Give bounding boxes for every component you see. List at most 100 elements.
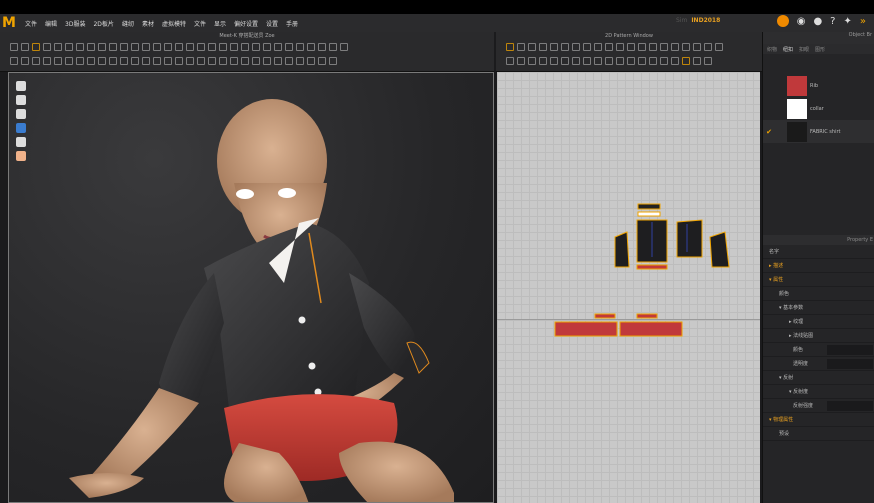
tool-icon[interactable] [120, 43, 128, 51]
tool-icon[interactable] [704, 43, 712, 51]
tool-icon[interactable] [76, 57, 84, 65]
tool-icon[interactable] [32, 57, 40, 65]
tool-icon[interactable] [539, 57, 547, 65]
tool-icon[interactable] [10, 43, 18, 51]
tool-icon[interactable] [98, 57, 106, 65]
tool-icon[interactable] [329, 57, 337, 65]
menu-item[interactable]: 虚拟模特 [162, 19, 186, 28]
menu-item[interactable]: 文件 [194, 19, 206, 28]
pattern-window-2d[interactable] [497, 72, 760, 503]
object-browser-tab[interactable]: 织物 [767, 46, 777, 53]
tool-icon[interactable] [54, 57, 62, 65]
tool-icon[interactable] [142, 43, 150, 51]
help-icon[interactable]: ? [830, 16, 835, 27]
tool-icon[interactable] [54, 43, 62, 51]
property-row[interactable]: ▸ 描述 [763, 259, 874, 273]
tool-icon[interactable] [76, 43, 84, 51]
tool-icon[interactable] [164, 57, 172, 65]
menu-item[interactable]: 2D板片 [93, 19, 113, 28]
tool-icon[interactable] [10, 57, 18, 65]
tool-icon[interactable] [506, 43, 514, 51]
tool-icon[interactable] [682, 57, 690, 65]
property-row[interactable]: 预设 [763, 427, 874, 441]
tool-icon[interactable] [506, 57, 514, 65]
property-row[interactable]: ▾ 属性 [763, 273, 874, 287]
tool-icon[interactable] [307, 57, 315, 65]
tool-icon[interactable] [186, 57, 194, 65]
tool-icon[interactable] [65, 57, 73, 65]
tool-icon[interactable] [109, 43, 117, 51]
tool-icon[interactable] [43, 57, 51, 65]
tool-icon[interactable] [175, 57, 183, 65]
property-value-field[interactable] [827, 345, 873, 355]
tool-icon[interactable] [329, 43, 337, 51]
tool-icon[interactable] [616, 57, 624, 65]
clo-logo-icon[interactable] [776, 15, 789, 27]
menu-item[interactable]: 显示 [214, 19, 226, 28]
tool-icon[interactable] [241, 57, 249, 65]
tool-icon[interactable] [605, 43, 613, 51]
tool-icon[interactable] [594, 57, 602, 65]
tool-icon[interactable] [208, 43, 216, 51]
property-row[interactable]: 反射强度 [763, 399, 874, 413]
tool-icon[interactable] [175, 43, 183, 51]
tool-icon[interactable] [318, 57, 326, 65]
tool-icon[interactable] [627, 57, 635, 65]
camera-icon[interactable]: ◉ [797, 16, 806, 27]
property-row[interactable]: 颜色 [763, 343, 874, 357]
tool-icon[interactable] [274, 43, 282, 51]
tool-icon[interactable] [517, 43, 525, 51]
tool-icon[interactable] [561, 43, 569, 51]
tool-icon[interactable] [550, 57, 558, 65]
tool-icon[interactable] [572, 57, 580, 65]
tool-icon[interactable] [605, 57, 613, 65]
tool-icon[interactable] [153, 43, 161, 51]
tool-icon[interactable] [671, 43, 679, 51]
tool-icon[interactable] [186, 43, 194, 51]
tool-icon[interactable] [594, 43, 602, 51]
user-icon[interactable]: ● [813, 16, 822, 27]
tool-icon[interactable] [230, 57, 238, 65]
tool-icon[interactable] [517, 57, 525, 65]
property-row[interactable]: ▾ 基本参数 [763, 301, 874, 315]
tool-icon[interactable] [219, 57, 227, 65]
tool-icon[interactable] [572, 43, 580, 51]
fabric-item[interactable]: ✔ FABRIC shirt [763, 120, 874, 143]
tool-icon[interactable] [87, 43, 95, 51]
tool-icon[interactable] [296, 43, 304, 51]
tool-icon[interactable] [550, 43, 558, 51]
tool-icon[interactable] [318, 43, 326, 51]
tool-icon[interactable] [528, 57, 536, 65]
property-value-field[interactable] [827, 401, 873, 411]
property-row[interactable]: 名字 [763, 245, 874, 259]
property-row[interactable]: ▸ 法线贴图 [763, 329, 874, 343]
tool-icon[interactable] [616, 43, 624, 51]
tool-icon[interactable] [131, 43, 139, 51]
tool-icon[interactable] [660, 43, 668, 51]
object-browser-tab[interactable]: 图形 [815, 46, 825, 53]
tool-icon[interactable] [561, 57, 569, 65]
tool-icon[interactable] [285, 43, 293, 51]
fabric-item[interactable]: collar [763, 97, 874, 120]
tool-icon[interactable] [638, 57, 646, 65]
tool-icon[interactable] [219, 43, 227, 51]
tool-icon[interactable] [307, 43, 315, 51]
expand-icon[interactable]: » [860, 16, 866, 27]
tool-icon[interactable] [693, 57, 701, 65]
tool-icon[interactable] [65, 43, 73, 51]
tool-icon[interactable] [230, 43, 238, 51]
tool-icon[interactable] [164, 43, 172, 51]
tool-icon[interactable] [649, 57, 657, 65]
viewport-3d[interactable] [8, 72, 494, 503]
settings-icon[interactable]: ✦ [843, 16, 851, 27]
tool-icon[interactable] [627, 43, 635, 51]
menu-item[interactable]: 编辑 [45, 19, 57, 28]
tool-icon[interactable] [649, 43, 657, 51]
tool-icon[interactable] [87, 57, 95, 65]
tool-icon[interactable] [208, 57, 216, 65]
tool-icon[interactable] [32, 43, 40, 51]
menu-item[interactable]: 缝纫 [122, 19, 134, 28]
tool-icon[interactable] [21, 43, 29, 51]
tool-icon[interactable] [285, 57, 293, 65]
property-row[interactable]: 透明度 [763, 357, 874, 371]
